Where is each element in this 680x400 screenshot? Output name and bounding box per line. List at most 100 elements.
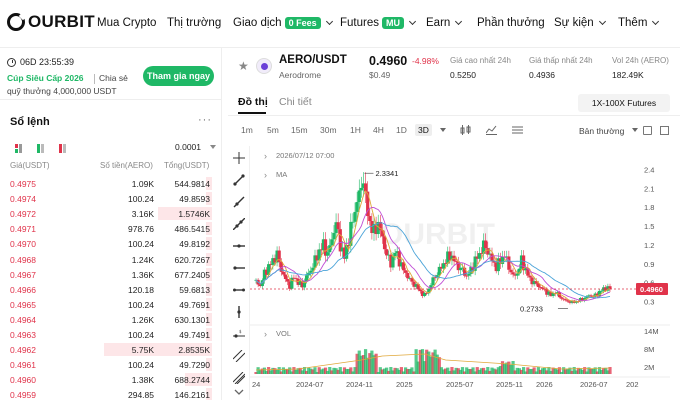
orderbook-row[interactable]: 0.4962 5.75K 2.8535K	[0, 342, 222, 357]
vol-axis-label: 2M	[644, 363, 654, 372]
tab-chart[interactable]: Đồ thị	[238, 96, 268, 108]
view-asks-icon[interactable]	[59, 144, 66, 153]
row-price: 0.4970	[10, 239, 36, 250]
nav-futures[interactable]: Futures MU	[340, 17, 417, 29]
horizontal-ray-icon[interactable]	[233, 262, 245, 274]
promo-share-text: Chia sẻ	[99, 73, 128, 83]
row-price: 0.4975	[10, 179, 36, 189]
vertical-line-icon[interactable]	[233, 306, 245, 318]
orderbook-row[interactable]: 0.4961 100.24 49.7290	[0, 357, 222, 372]
nav-rewards[interactable]: Phần thưởng	[477, 17, 545, 29]
chart-mode-select[interactable]: Bản thường	[579, 126, 624, 136]
tf-1d[interactable]: 1D	[396, 125, 407, 135]
settings-list-icon[interactable]	[512, 125, 523, 135]
candle-body	[418, 289, 422, 292]
candle-body	[404, 270, 408, 273]
x-axis-label: 2025	[396, 380, 413, 389]
price-line-icon[interactable]: $	[233, 328, 245, 340]
ray-icon[interactable]	[233, 196, 245, 208]
tf-1m[interactable]: 1m	[241, 125, 253, 135]
favorite-star-icon[interactable]: ★	[238, 59, 249, 73]
crosshair-icon[interactable]	[233, 152, 245, 164]
low-24h-value: 0.4936	[529, 70, 555, 80]
zero-fees-badge: 0 Fees	[284, 17, 321, 29]
pair-name[interactable]: AERO/USDT	[279, 54, 347, 66]
join-now-button[interactable]: Tham gia ngay	[143, 66, 214, 86]
tf-15m[interactable]: 15m	[291, 125, 308, 135]
orderbook-row[interactable]: 0.4968 1.24K 620.7267	[0, 252, 222, 267]
nav-trade[interactable]: Giao dịch 0 Fees	[233, 17, 333, 29]
vol-axis-label: 14M	[644, 327, 659, 336]
candle-body	[566, 300, 570, 302]
high-24h-value: 0.5250	[450, 70, 476, 80]
top-nav: OURBIT Mua Crypto Thị trường Giao dịch 0 …	[0, 0, 680, 48]
orderbook-row[interactable]: 0.4963 100.24 49.7491	[0, 327, 222, 342]
collapse-icon: ›	[264, 170, 267, 180]
orderbook-row[interactable]: 0.4974 100.24 49.8593	[0, 191, 222, 206]
col-total: Tổng(USDT)	[164, 161, 210, 170]
orderbook-row[interactable]: 0.4970 100.24 49.8192	[0, 236, 222, 251]
tf-3d[interactable]: 3D	[415, 124, 432, 136]
row-total: 59.6813	[179, 284, 210, 295]
candle-body	[281, 271, 285, 275]
x-axis-label: 2026	[536, 380, 553, 389]
parallel-channel-icon[interactable]	[233, 350, 245, 362]
nav-more[interactable]: Thêm	[618, 17, 660, 29]
candle-body	[441, 263, 446, 269]
nav-earn[interactable]: Earn	[426, 17, 463, 29]
horizontal-segment-icon[interactable]	[233, 284, 245, 296]
price-channel-icon[interactable]	[233, 372, 245, 384]
row-total: 49.7491	[179, 330, 210, 340]
orderbook-row[interactable]: 0.4964 1.26K 630.1301	[0, 312, 222, 327]
timeframe-dropdown-icon[interactable]	[440, 128, 446, 132]
horizontal-line-icon[interactable]	[233, 240, 245, 252]
orderbook-row[interactable]: 0.4971 978.76 486.5415	[0, 221, 222, 236]
col-price: Giá(USDT)	[10, 161, 50, 170]
orderbook-row[interactable]: 0.4972 3.16K 1.5746K	[0, 206, 222, 221]
orderbook-row[interactable]: 0.4966 120.18 59.6813	[0, 282, 222, 297]
row-total: 544.9814	[174, 179, 210, 189]
x-axis-label: 202	[626, 380, 639, 389]
more-icon[interactable]: ···	[198, 114, 212, 126]
extended-line-icon[interactable]	[233, 218, 245, 230]
nav-markets[interactable]: Thị trường	[167, 17, 221, 29]
chevron-down-icon[interactable]	[632, 128, 638, 132]
logo[interactable]: OURBIT	[7, 12, 95, 32]
indicators-icon[interactable]	[486, 125, 497, 135]
fullscreen-icon[interactable]	[660, 126, 669, 135]
precision-select[interactable]: 0.0001	[175, 142, 201, 152]
candle-body	[353, 211, 357, 222]
promo-banner: 06D 23:55:39 Cúp Siêu Cấp 2026 Chia sẻ q…	[0, 48, 222, 100]
futures-button[interactable]: 1X-100X Futures	[578, 94, 670, 112]
trend-line-icon[interactable]	[233, 174, 245, 186]
price-chart[interactable]: › 2026/07/12 07:00› MAOURBIT2.42.11.81.51.…	[250, 146, 670, 400]
layout-icon[interactable]	[643, 126, 652, 135]
orderbook-row[interactable]: 0.4967 1.36K 677.2405	[0, 267, 222, 282]
orderbook-row[interactable]: 0.4960 1.38K 688.2744	[0, 372, 222, 387]
scroll-down-icon[interactable]	[233, 388, 245, 397]
candle-body	[540, 287, 545, 289]
orderbook-row[interactable]: 0.4965 100.24 49.7691	[0, 297, 222, 312]
price-axis-label: 0.3	[644, 298, 654, 307]
view-bids-icon[interactable]	[37, 144, 44, 153]
chevron-down-icon	[598, 17, 606, 26]
chevron-down-icon[interactable]	[210, 145, 216, 149]
chevron-down-icon	[408, 17, 417, 26]
candle-body	[467, 273, 471, 276]
tf-1h[interactable]: 1H	[350, 125, 361, 135]
orderbook-row[interactable]: 0.4975 1.09K 544.9814	[0, 176, 222, 191]
nav-buy-crypto[interactable]: Mua Crypto	[97, 17, 156, 29]
tf-30m[interactable]: 30m	[320, 125, 337, 135]
tab-detail[interactable]: Chi tiết	[279, 96, 312, 108]
view-both-icon[interactable]	[15, 144, 22, 153]
tf-5m[interactable]: 5m	[267, 125, 279, 135]
candle-body	[406, 272, 410, 279]
row-total: 146.2161	[174, 390, 210, 400]
tf-4h[interactable]: 4H	[373, 125, 384, 135]
price-axis-label: 1.8	[644, 203, 654, 212]
candle-body	[431, 277, 435, 286]
candle-type-icon[interactable]	[460, 125, 471, 135]
nav-events[interactable]: Sự kiện	[554, 17, 606, 29]
candle-body	[326, 252, 330, 256]
orderbook-row[interactable]: 0.4959 294.85 146.2161	[0, 387, 222, 400]
